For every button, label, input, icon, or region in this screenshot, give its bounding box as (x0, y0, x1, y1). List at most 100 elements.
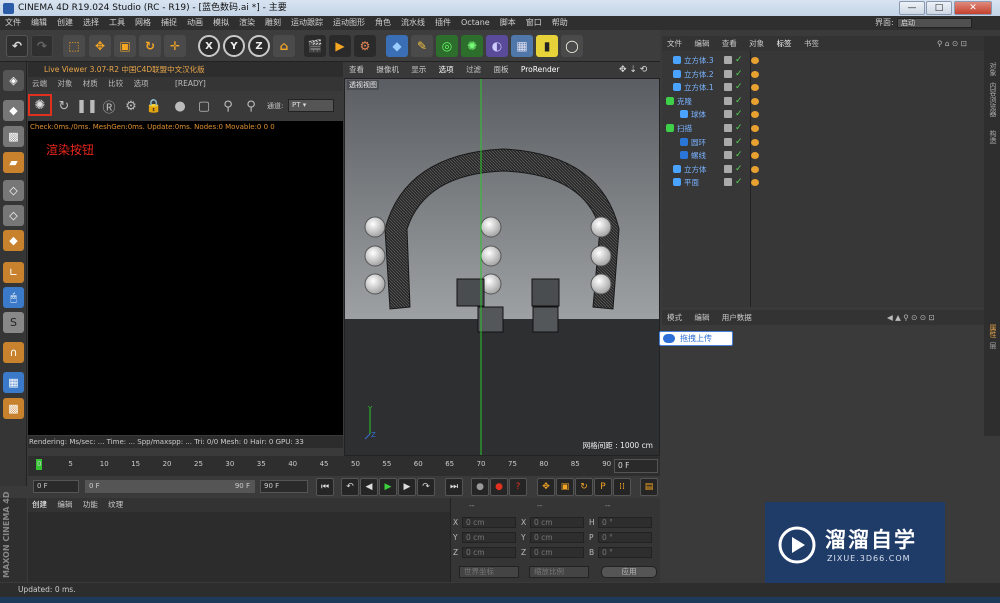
menu-item[interactable]: 网格 (130, 16, 156, 30)
mat-menu-create[interactable]: 创建 (28, 498, 51, 512)
layout-select[interactable]: 启动 (897, 18, 972, 28)
subdivision-icon[interactable]: ◎ (436, 35, 458, 57)
key-pla-icon[interactable]: ⁞⁞ (613, 478, 631, 496)
workplane-icon[interactable]: ▰ (3, 152, 24, 173)
pen-icon[interactable]: ✎ (411, 35, 433, 57)
visibility-toggle-icon[interactable] (724, 56, 732, 64)
timeline[interactable]: 0 5 10 15 20 25 30 35 40 45 50 55 60 65 70 75 80 85 90 0 F (28, 456, 660, 476)
visibility-toggle-icon[interactable] (724, 110, 732, 119)
mat-menu-function[interactable]: 功能 (79, 498, 102, 512)
tag-icon[interactable] (751, 138, 759, 146)
timeline-window-icon[interactable]: ▤ (640, 478, 658, 496)
coord-value-field[interactable]: 0 cm (462, 547, 516, 558)
coord-value-field[interactable]: 0 ° (598, 547, 652, 558)
drag-upload-button[interactable]: 拖拽上传 (659, 331, 733, 346)
object-name[interactable]: 螺线 (691, 149, 706, 162)
render-icon[interactable]: ✺ (28, 94, 52, 116)
enabled-check-icon[interactable]: ✓ (735, 108, 743, 121)
object-name[interactable]: 球体 (691, 108, 706, 121)
menu-item[interactable]: 运动跟踪 (286, 16, 328, 30)
coord-value-field[interactable]: 0 ° (598, 532, 652, 543)
object-row[interactable]: 立方体.1 ✓ (662, 81, 984, 94)
om-menu-bookmarks[interactable]: 书签 (799, 36, 824, 51)
object-name[interactable]: 立方体 (684, 163, 707, 176)
enabled-check-icon[interactable]: ✓ (735, 54, 743, 67)
menu-item[interactable]: 脚本 (495, 16, 521, 30)
visibility-toggle-icon[interactable] (724, 164, 732, 173)
object-row[interactable]: 圆环 ✓ (662, 136, 984, 149)
mat-menu-texture[interactable]: 纹理 (104, 498, 127, 512)
paint-icon[interactable]: ▩ (3, 398, 24, 419)
visibility-toggle-icon[interactable] (724, 96, 732, 105)
menu-item[interactable]: 捕捉 (156, 16, 182, 30)
keyframe-selection-icon[interactable]: ? (509, 478, 527, 496)
render-view-icon[interactable]: 🎬 (304, 35, 326, 57)
menu-item[interactable]: 插件 (430, 16, 456, 30)
menu-item[interactable]: 选择 (78, 16, 104, 30)
enabled-check-icon[interactable]: ✓ (735, 136, 743, 149)
menu-item[interactable]: 编辑 (26, 16, 52, 30)
start-frame-field[interactable]: 0 F (33, 480, 79, 493)
coord-mode-select[interactable]: 世界坐标 (459, 566, 519, 578)
om-menu-tags[interactable]: 标签 (772, 36, 797, 51)
menu-item[interactable]: 运动图形 (328, 16, 370, 30)
coord-value-field[interactable]: 0 cm (462, 532, 516, 543)
object-name[interactable]: 圆环 (691, 136, 706, 149)
tag-icon[interactable] (751, 125, 759, 132)
menu-item[interactable]: 角色 (370, 16, 396, 30)
object-row[interactable]: 平面 ✓ (662, 176, 984, 189)
vp-menu-view[interactable]: 查看 (344, 62, 369, 78)
lv-menu-compare[interactable]: 比较 (104, 77, 127, 91)
clay-icon[interactable]: ▢ (195, 97, 213, 115)
minimize-button[interactable]: — (899, 1, 925, 15)
key-scale-icon[interactable]: ▣ (556, 478, 574, 496)
side-tab-structure[interactable]: 构造 (986, 130, 998, 144)
material-area[interactable] (28, 512, 450, 582)
object-name[interactable]: 平面 (684, 176, 699, 189)
pause-icon[interactable]: ❚❚ (76, 97, 98, 115)
menu-item[interactable]: 帮助 (547, 16, 573, 30)
om-menu-edit[interactable]: 编辑 (689, 36, 714, 51)
texture-mode-icon[interactable]: ▩ (3, 126, 24, 147)
go-to-end-icon[interactable]: ⏭ (445, 478, 463, 496)
tag-icon[interactable] (751, 152, 759, 160)
menu-item[interactable]: 动画 (182, 16, 208, 30)
object-row[interactable]: 克隆 ✓ (662, 95, 984, 108)
object-row[interactable]: 立方体.3 ✓ (662, 54, 984, 67)
axis-mode-icon[interactable]: ∟ (3, 262, 24, 283)
current-frame-field[interactable]: 0 F (614, 459, 658, 473)
edges-mode-icon[interactable]: ◇ (3, 205, 24, 226)
close-button[interactable]: ✕ (954, 1, 992, 15)
visibility-toggle-icon[interactable] (724, 137, 732, 146)
restart-icon[interactable]: ↻ (55, 97, 73, 115)
tag-icon[interactable] (751, 165, 759, 173)
menu-item[interactable]: Octane (456, 16, 495, 30)
live-viewer-canvas[interactable]: Check:0ms./0ms. MeshGen:0ms. Update:0ms.… (28, 121, 343, 435)
vp-menu-panel[interactable]: 面板 (488, 62, 513, 78)
object-row[interactable]: 立方体 ✓ (662, 163, 984, 176)
viewport[interactable]: 透视视图 Y Z 网格间距 : 1000 cm (344, 78, 660, 456)
om-search-icon[interactable]: ⚲ ⌂ ⊙ ⊡ (932, 36, 972, 51)
om-menu-view[interactable]: 查看 (717, 36, 742, 51)
end-frame-field[interactable]: 90 F (260, 480, 308, 493)
menu-item[interactable]: 创建 (52, 16, 78, 30)
go-to-start-icon[interactable]: ⏮ (316, 478, 334, 496)
transform-icon[interactable]: ✛ (164, 35, 186, 57)
object-row[interactable]: 扫描 ✓ (662, 122, 984, 135)
render-settings-icon[interactable]: ⚙ (354, 35, 376, 57)
enabled-check-icon[interactable]: ✓ (735, 122, 743, 135)
tag-icon[interactable] (751, 97, 759, 105)
menu-item[interactable]: 流水线 (396, 16, 430, 30)
magnet-icon[interactable]: ∩ (3, 342, 24, 363)
frame-range-slider[interactable]: 0 F 90 F (85, 480, 255, 493)
menu-item[interactable]: 文件 (0, 16, 26, 30)
menu-item[interactable]: 渲染 (234, 16, 260, 30)
tag-icon[interactable] (751, 179, 759, 187)
object-name[interactable]: 立方体.3 (684, 54, 714, 67)
enabled-check-icon[interactable]: ✓ (735, 163, 743, 176)
coordinate-system-icon[interactable]: ⌂ (273, 35, 295, 57)
menu-item[interactable]: 工具 (104, 16, 130, 30)
lock-icon[interactable]: 🔒 (145, 97, 163, 115)
camera-icon[interactable]: ▮ (536, 35, 558, 57)
key-param-icon[interactable]: P (594, 478, 612, 496)
